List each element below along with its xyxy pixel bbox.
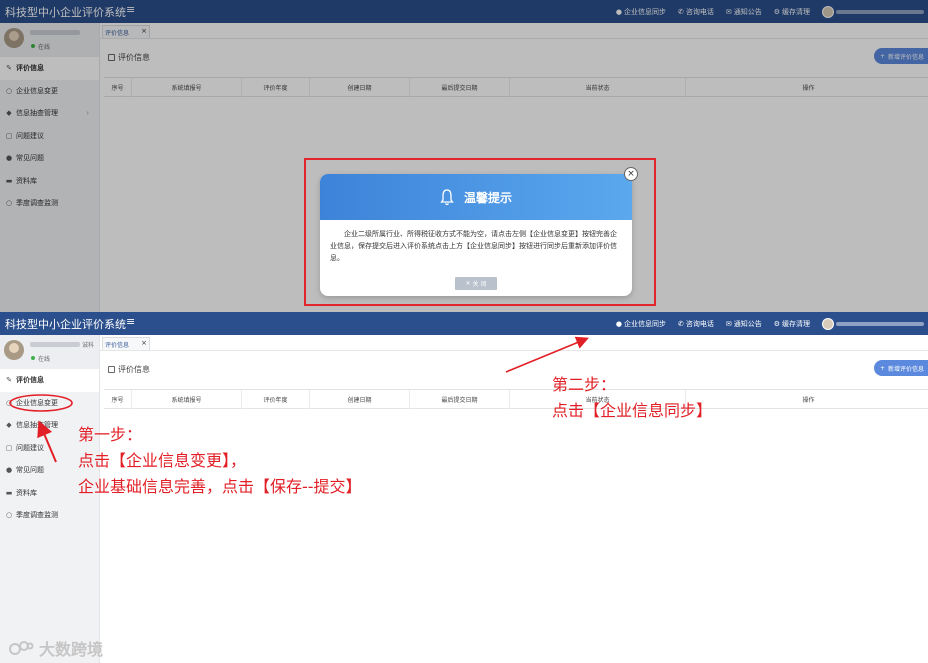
profile-name-suffix: 诚科 (82, 342, 95, 349)
sidebar: 诚科 在线 ✎ 评价信息 ○ 企业信息变更 ◆ 信息抽查管理 ▢ 问题建议 ● 常见问题 … (0, 335, 100, 663)
avatar (4, 340, 24, 360)
watermark: 大数跨境 (8, 636, 103, 660)
step1-title: 第一步： (78, 425, 143, 444)
sidebar-item-label: 资料库 (16, 488, 37, 497)
sidebar-item-label: 信息抽查管理 (16, 421, 58, 430)
folder-icon: ▬ (5, 488, 13, 497)
comment-icon: ▢ (5, 443, 13, 452)
topnav-cache-label: 缓存清理 (782, 319, 810, 328)
sidebar-item-enterprise-change[interactable]: ○ 企业信息变更 (0, 392, 99, 415)
column-header: 评价年度 (242, 390, 310, 409)
add-button-label: 新增评价信息 (888, 365, 925, 373)
phone-icon: ✆ (677, 319, 684, 328)
phone-link[interactable]: ✆ 咨询电话 (678, 319, 714, 329)
step1-instruction: 点击【企业信息变更】， (78, 451, 247, 470)
document-icon (108, 366, 115, 373)
close-icon[interactable]: × (141, 339, 147, 347)
tab-evaluation[interactable]: 评价信息 × (102, 337, 150, 350)
topnav-phone-label: 咨询电话 (685, 319, 714, 328)
table-header: 序号 系统填报号 评价年度 创建日期 最后提交日期 当前状态 操作 (104, 389, 928, 409)
avatar (822, 317, 834, 330)
online-status: 在线 (38, 356, 51, 363)
sidebar-item-quarterly-survey[interactable]: ○ 季度调查监测 (0, 504, 99, 527)
screenshot-panel-after: 科技型中小企业评价系统 ≡ ● 企业信息同步 ✆ 咨询电话 ✉ 通知公告 ⚙ 缓存清理 … (0, 312, 928, 663)
menu-icon[interactable]: ≡ (126, 315, 135, 328)
step2-title: 第二步： (552, 375, 617, 394)
top-nav: ● 企业信息同步 ✆ 咨询电话 ✉ 通知公告 ⚙ 缓存清理 (616, 312, 928, 335)
tip-dialog: 温馨提示 企业二级所属行业、所得税征收方式不能为空，请点击左侧【企业信息变更】按… (320, 174, 632, 296)
page-title: 评价信息 (108, 364, 150, 375)
sidebar-item-label: 企业信息变更 (16, 398, 58, 407)
top-bar: 科技型中小企业评价系统 ≡ ● 企业信息同步 ✆ 咨询电话 ✉ 通知公告 ⚙ 缓存清理 (0, 312, 928, 335)
circle-icon: ○ (5, 511, 13, 520)
question-icon: ● (5, 466, 13, 475)
step2-instruction: 点击【企业信息同步】 (552, 401, 713, 420)
column-header: 系统填报号 (132, 390, 242, 409)
sidebar-item-evaluation[interactable]: ✎ 评价信息 (0, 369, 99, 392)
app-title: 科技型中小企业评价系统 (5, 318, 126, 331)
tab-label: 评价信息 (105, 341, 130, 349)
tab-strip: 评价信息 × (100, 335, 928, 351)
plus-icon: + (880, 364, 886, 372)
user-name-redacted (836, 321, 924, 326)
column-header: 最后提交日期 (410, 390, 510, 409)
dialog-close-button[interactable]: ✕ 关 闭 (455, 277, 497, 290)
online-dot (31, 356, 35, 360)
column-header: 操作 (802, 397, 815, 404)
screenshot-panel-before: 科技型中小企业评价系统 ≡ ● 企业信息同步 ✆ 咨询电话 ✉ 通知公告 ⚙ 缓存清理 … (0, 0, 928, 312)
sidebar-item-label: 评价信息 (16, 376, 44, 385)
user-icon: ● (615, 319, 622, 328)
circle-icon: ○ (5, 398, 13, 407)
dialog-close-label: 关 闭 (472, 281, 487, 288)
dialog-header: 温馨提示 (320, 174, 632, 220)
sidebar-item-label: 季度调查监测 (16, 511, 58, 520)
sidebar-item-label: 常见问题 (16, 466, 44, 475)
topnav-sync-label: 企业信息同步 (623, 319, 666, 328)
gear-icon: ⚙ (773, 319, 780, 328)
dialog-close-icon[interactable]: × (624, 167, 638, 181)
notice-icon: ✉ (725, 319, 732, 328)
close-icon: ✕ (465, 280, 471, 287)
dialog-message: 企业二级所属行业、所得税征收方式不能为空，请点击左侧【企业信息变更】按钮完善企业… (330, 230, 617, 262)
add-evaluation-button[interactable]: + 新增评价信息 (874, 360, 928, 376)
column-header: 创建日期 (310, 390, 410, 409)
tag-icon: ◆ (6, 421, 12, 430)
step1-detail: 企业基础信息完善，点击【保存--提交】 (78, 477, 362, 496)
user-menu[interactable] (822, 317, 924, 330)
column-header: 序号 (104, 390, 132, 409)
notice-link[interactable]: ✉ 通知公告 (726, 319, 762, 329)
enterprise-sync-link[interactable]: ● 企业信息同步 (616, 319, 666, 329)
topnav-notice-label: 通知公告 (733, 319, 762, 328)
page-title-text: 评价信息 (118, 365, 150, 374)
watermark-text: 大数跨境 (39, 640, 104, 659)
edit-icon: ✎ (6, 376, 12, 385)
watermark-logo-icon (9, 641, 34, 655)
cache-clear-link[interactable]: ⚙ 缓存清理 (774, 319, 810, 329)
bell-icon (440, 189, 454, 206)
profile-name-redacted (30, 342, 80, 347)
page-header: 评价信息 + 新增评价信息 (100, 351, 928, 385)
sidebar-item-label: 问题建议 (16, 443, 44, 452)
profile-card: 诚科 在线 (0, 335, 99, 369)
dialog-title: 温馨提示 (463, 190, 512, 205)
